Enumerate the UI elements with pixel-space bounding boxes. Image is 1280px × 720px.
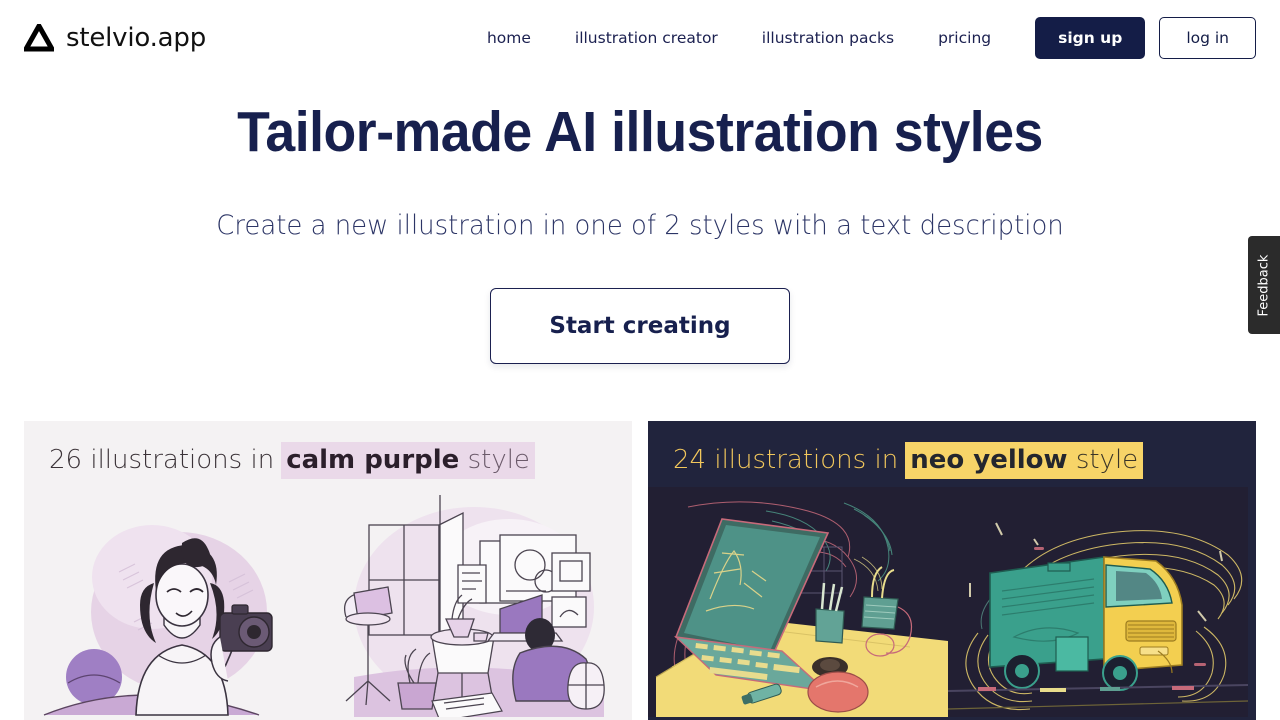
card-heading: 26 illustrations in calm purple style — [24, 421, 632, 479]
cta-container: Start creating — [0, 287, 1280, 364]
card-style-suffix: style — [467, 445, 530, 475]
nav-link-home[interactable]: home — [465, 29, 553, 47]
card-count-text: 26 illustrations in — [49, 445, 275, 475]
style-card-neo-yellow[interactable]: 24 illustrations in neo yellow style — [648, 421, 1256, 720]
nav-link-pricing[interactable]: pricing — [916, 29, 1013, 47]
card-heading: 24 illustrations in neo yellow style — [648, 421, 1256, 479]
log-in-button[interactable]: log in — [1159, 16, 1256, 59]
card-style-suffix: style — [1075, 445, 1139, 475]
card-thumbnails — [648, 487, 1256, 717]
thumbnail-woman-with-camera[interactable] — [24, 487, 324, 717]
thumbnail-workspace-room[interactable] — [324, 487, 624, 717]
card-style-highlight: calm purple style — [281, 442, 535, 479]
nav-link-illustration-creator[interactable]: illustration creator — [553, 29, 740, 47]
page-title: Tailor-made AI illustration styles — [237, 100, 1043, 164]
triangle-logo-icon — [24, 23, 54, 51]
card-style-name: calm purple — [286, 445, 460, 475]
style-card-calm-purple[interactable]: 26 illustrations in calm purple style — [24, 421, 632, 720]
feedback-label: Feedback — [1256, 254, 1272, 316]
thumbnail-laptop-desk[interactable] — [648, 487, 948, 717]
style-cards: 26 illustrations in calm purple style 24… — [24, 421, 1256, 720]
start-creating-button[interactable]: Start creating — [490, 287, 790, 364]
card-style-highlight: neo yellow style — [905, 442, 1144, 479]
card-style-name: neo yellow — [910, 445, 1068, 475]
brand-name: stelvio.app — [66, 22, 207, 53]
brand-logo[interactable]: stelvio.app — [24, 23, 206, 53]
card-count-text: 24 illustrations in — [673, 445, 899, 475]
feedback-tab[interactable]: Feedback — [1248, 236, 1280, 334]
site-header: stelvio.app home illustration creator il… — [0, 0, 1280, 75]
hero-subtitle: Create a new illustration in one of 2 st… — [216, 209, 1064, 241]
hero-section: Tailor-made AI illustration styles Creat… — [0, 75, 1280, 364]
thumbnail-delivery-truck[interactable] — [948, 487, 1248, 717]
card-thumbnails — [24, 487, 632, 717]
main-navigation: home illustration creator illustration p… — [465, 16, 1256, 59]
nav-link-illustration-packs[interactable]: illustration packs — [740, 29, 916, 47]
sign-up-button[interactable]: sign up — [1035, 16, 1146, 59]
